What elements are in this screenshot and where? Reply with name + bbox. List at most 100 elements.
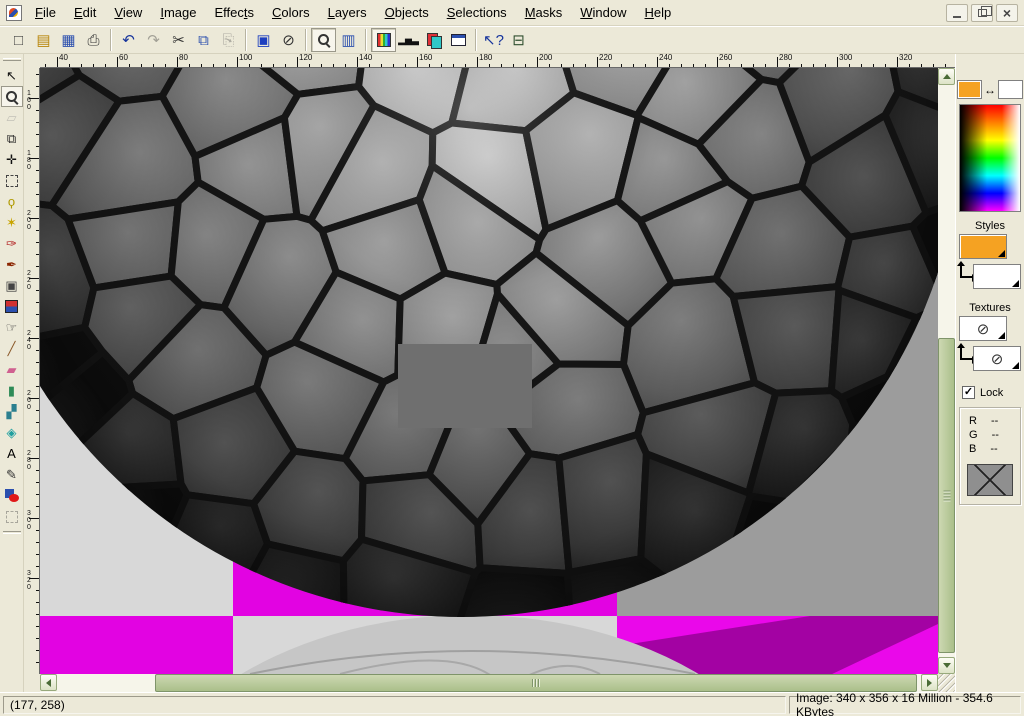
context-help-button[interactable]: ↖? [481, 28, 506, 52]
ruler-tick [609, 64, 610, 67]
ruler-tick [36, 422, 39, 423]
background-style-button[interactable] [973, 264, 1021, 289]
cut-button[interactable]: ✂ [166, 28, 191, 52]
browse-button[interactable]: ⊟ [506, 28, 531, 52]
ruler-tick [36, 662, 39, 663]
paint-brush-tool[interactable]: ✒ [1, 254, 23, 275]
layer-palette-button[interactable] [421, 28, 446, 52]
thumb-grip [943, 490, 950, 501]
ruler-tick [333, 64, 334, 67]
flyout-arrow-icon [1012, 280, 1019, 287]
retouch-tool[interactable]: ☞ [1, 317, 23, 338]
ruler-tick [69, 64, 70, 67]
scroll-up-button[interactable] [938, 68, 955, 85]
menu-selections[interactable]: Selections [438, 2, 516, 23]
flood-fill-tool[interactable]: ◈ [1, 422, 23, 443]
undo-button[interactable]: ↶ [116, 28, 141, 52]
image-canvas[interactable] [40, 68, 938, 674]
menu-help[interactable]: Help [636, 2, 681, 23]
restore-button[interactable] [971, 4, 993, 22]
magic-wand-tool[interactable]: ✶ [1, 212, 23, 233]
background-texture-button[interactable]: ⊘ [973, 346, 1021, 371]
swap-styles-icon[interactable] [960, 266, 972, 278]
menu-window[interactable]: Window [571, 2, 635, 23]
redo-button[interactable]: ↷ [141, 28, 166, 52]
swap-textures-icon[interactable] [960, 348, 972, 360]
overview-window-button[interactable] [446, 28, 471, 52]
ruler-tick [129, 64, 130, 67]
color-palette-button[interactable] [371, 28, 396, 52]
ruler-tick [681, 64, 682, 67]
menu-layers[interactable]: Layers [319, 2, 376, 23]
draw-tool[interactable]: ✎ [1, 464, 23, 485]
horizontal-scrollbar[interactable] [40, 674, 938, 692]
menu-image[interactable]: Image [151, 2, 205, 23]
foreground-texture-button[interactable]: ⊘ [959, 316, 1007, 341]
open-button[interactable]: ▤ [31, 28, 56, 52]
menu-objects[interactable]: Objects [376, 2, 438, 23]
swap-colors-icon[interactable]: ↔ [984, 83, 996, 97]
menu-effects[interactable]: Effects [205, 2, 263, 23]
minimize-button[interactable] [946, 4, 968, 22]
vertical-scroll-track[interactable] [938, 85, 955, 657]
mover-tool[interactable]: ✛ [1, 149, 23, 170]
vertical-scrollbar[interactable] [938, 68, 955, 674]
menu-masks[interactable]: Masks [516, 2, 572, 23]
close-button[interactable]: × [996, 4, 1018, 22]
ruler-tick [36, 134, 39, 135]
dropper-tool[interactable]: ✑ [1, 233, 23, 254]
zoom-tool[interactable] [1, 86, 23, 107]
horizontal-scroll-thumb[interactable] [155, 674, 917, 692]
preset-shapes-tool[interactable] [1, 485, 23, 506]
airbrush-tool[interactable]: ▞ [1, 401, 23, 422]
picture-tube-tool[interactable]: ▮ [1, 380, 23, 401]
text-tool[interactable]: A [1, 443, 23, 464]
full-screen-preview-button[interactable]: ▣ [251, 28, 276, 52]
selection-tool[interactable] [1, 170, 23, 191]
print-button[interactable]: ⎙ [81, 28, 106, 52]
b-label: B [969, 442, 976, 456]
normal-viewing-button[interactable]: ⊘ [276, 28, 301, 52]
color-replacer-tool[interactable] [1, 296, 23, 317]
foreground-style-button[interactable] [959, 234, 1007, 259]
ruler-tick [849, 64, 850, 67]
paste-icon: ⎘ [222, 33, 234, 48]
arrow-tool[interactable]: ↖ [1, 65, 23, 86]
minimize-icon [953, 16, 961, 18]
crop-tool[interactable]: ⧉ [1, 128, 23, 149]
vertical-scroll-thumb[interactable] [938, 338, 955, 653]
foreground-color-swatch[interactable] [957, 80, 982, 99]
available-colors-picker[interactable] [959, 104, 1021, 212]
scratch-remover-tool[interactable]: ╱ [1, 338, 23, 359]
zoom-toolbar-button[interactable] [311, 28, 336, 52]
clone-brush-tool[interactable]: ▣ [1, 275, 23, 296]
menu-edit[interactable]: Edit [65, 2, 105, 23]
toolbar: □▤▦⎙ ↶↷✂⧉ ⎘ ▣⊘ ▥ ▂▅▃ ↖?⊟ [0, 26, 1024, 54]
histogram-button[interactable]: ▂▅▃ [396, 28, 421, 52]
eraser-tool[interactable]: ▰ [1, 359, 23, 380]
horizontal-scroll-track[interactable] [57, 674, 921, 692]
scroll-right-button[interactable] [921, 674, 938, 691]
new-button[interactable]: □ [6, 28, 31, 52]
lock-checkbox[interactable]: ✓ [962, 386, 975, 399]
ruler-label: 220 [599, 54, 612, 62]
resize-gripper[interactable] [938, 674, 955, 692]
paste-button[interactable]: ⎘ [216, 28, 241, 52]
scroll-down-button[interactable] [938, 657, 955, 674]
ruler-tick [813, 64, 814, 67]
tool-palette-grip[interactable] [3, 58, 21, 61]
scroll-left-button[interactable] [40, 674, 57, 691]
save-button[interactable]: ▦ [56, 28, 81, 52]
freehand-tool[interactable]: ϙ [1, 191, 23, 212]
deformation-tool[interactable]: ▱ [1, 107, 23, 128]
ruler-tick [885, 64, 886, 67]
menu-file[interactable]: File [26, 2, 65, 23]
ruler-tick [141, 64, 142, 67]
menu-colors[interactable]: Colors [263, 2, 319, 23]
copy-button[interactable]: ⧉ [191, 28, 216, 52]
background-color-swatch[interactable] [998, 80, 1023, 99]
menu-view[interactable]: View [105, 2, 151, 23]
g-value: -- [992, 428, 999, 442]
tool-options-button[interactable]: ▥ [336, 28, 361, 52]
object-selector-tool[interactable] [1, 506, 23, 527]
